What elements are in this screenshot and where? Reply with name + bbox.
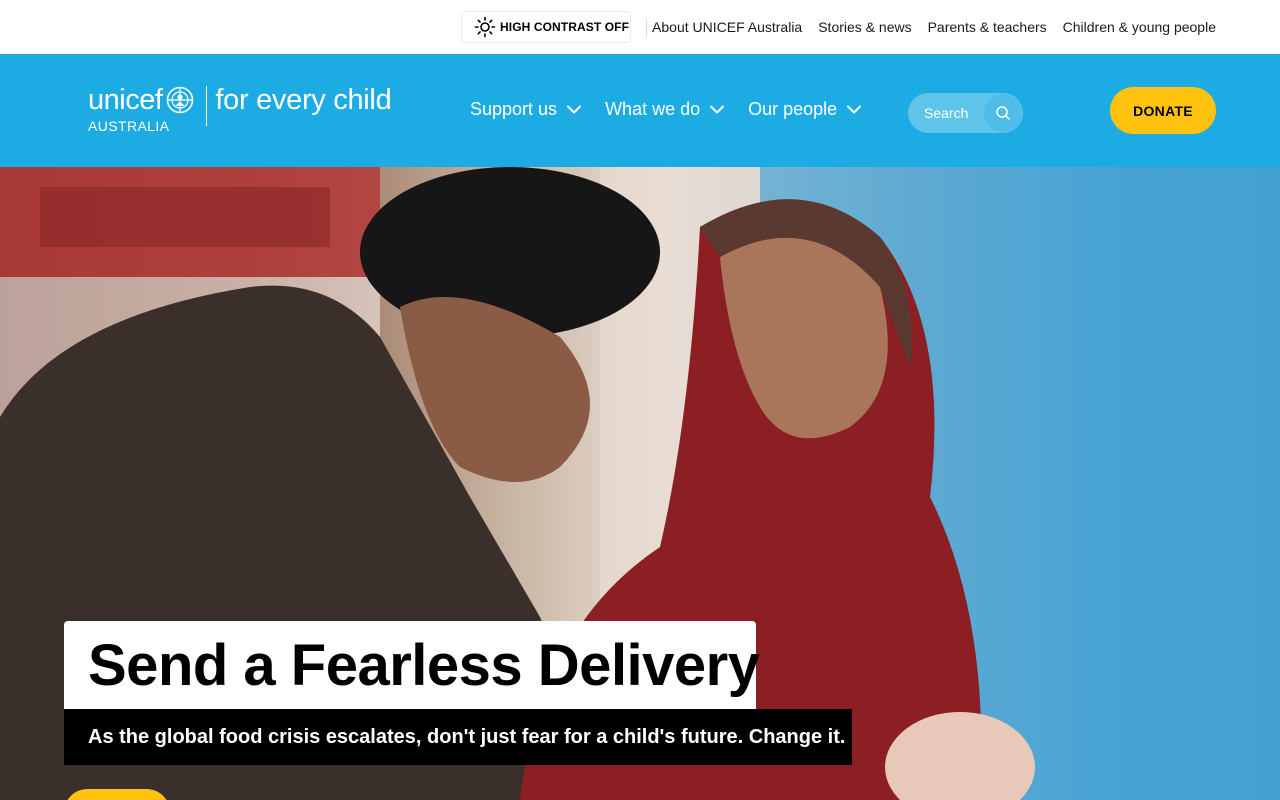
chevron-down-icon [567, 105, 582, 114]
utility-links: About UNICEF Australia Stories & news Pa… [652, 19, 1216, 35]
donate-label: DONATE [1133, 102, 1193, 119]
link-about-unicef-australia[interactable]: About UNICEF Australia [652, 19, 802, 35]
sun-icon [474, 16, 496, 38]
donate-button[interactable]: DONATE [1110, 87, 1216, 134]
site-header: unicef AUSTRALIA for every child Support… [0, 54, 1280, 167]
logo-tagline: for every child [215, 84, 392, 116]
link-parents-teachers[interactable]: Parents & teachers [928, 19, 1047, 35]
hero-cta-button[interactable] [64, 789, 170, 800]
utility-bar: HIGH CONTRAST OFF About UNICEF Australia… [0, 0, 1280, 54]
search-input[interactable]: Search [908, 93, 1023, 133]
nav-label: Our people [748, 99, 838, 119]
search-icon [996, 106, 1010, 120]
link-stories-news[interactable]: Stories & news [818, 19, 911, 35]
search-placeholder: Search [924, 105, 969, 121]
hero-section: Send a Fearless Delivery As the global f… [0, 167, 1280, 800]
nav-what-we-do[interactable]: What we do [605, 99, 725, 120]
hero-title-box: Send a Fearless Delivery [64, 621, 760, 709]
logo-separator [206, 86, 208, 126]
hero-title: Send a Fearless Delivery [88, 632, 760, 698]
hero-subtitle: As the global food crisis escalates, don… [88, 725, 846, 748]
unicef-logo[interactable]: unicef AUSTRALIA for every child [88, 84, 392, 134]
logo-wordmark: unicef [88, 84, 163, 116]
search-button[interactable] [984, 94, 1022, 132]
nav-label: Support us [470, 99, 558, 119]
nav-our-people[interactable]: Our people [748, 99, 862, 120]
nav-label: What we do [605, 99, 701, 119]
logo-main: unicef [88, 84, 196, 116]
chevron-down-icon [847, 105, 862, 114]
hero-subtitle-box: As the global food crisis escalates, don… [64, 709, 852, 765]
logo-sub: AUSTRALIA [88, 118, 170, 134]
nav-support-us[interactable]: Support us [470, 99, 582, 120]
high-contrast-label: HIGH CONTRAST OFF [500, 20, 630, 34]
main-nav: Support us What we do Our people [470, 99, 862, 120]
unicef-emblem-icon [164, 84, 196, 116]
logo-left: unicef AUSTRALIA [88, 84, 196, 134]
utility-divider [646, 20, 647, 36]
link-children-young-people[interactable]: Children & young people [1063, 19, 1216, 35]
chevron-down-icon [710, 105, 725, 114]
high-contrast-toggle[interactable]: HIGH CONTRAST OFF [461, 11, 631, 43]
